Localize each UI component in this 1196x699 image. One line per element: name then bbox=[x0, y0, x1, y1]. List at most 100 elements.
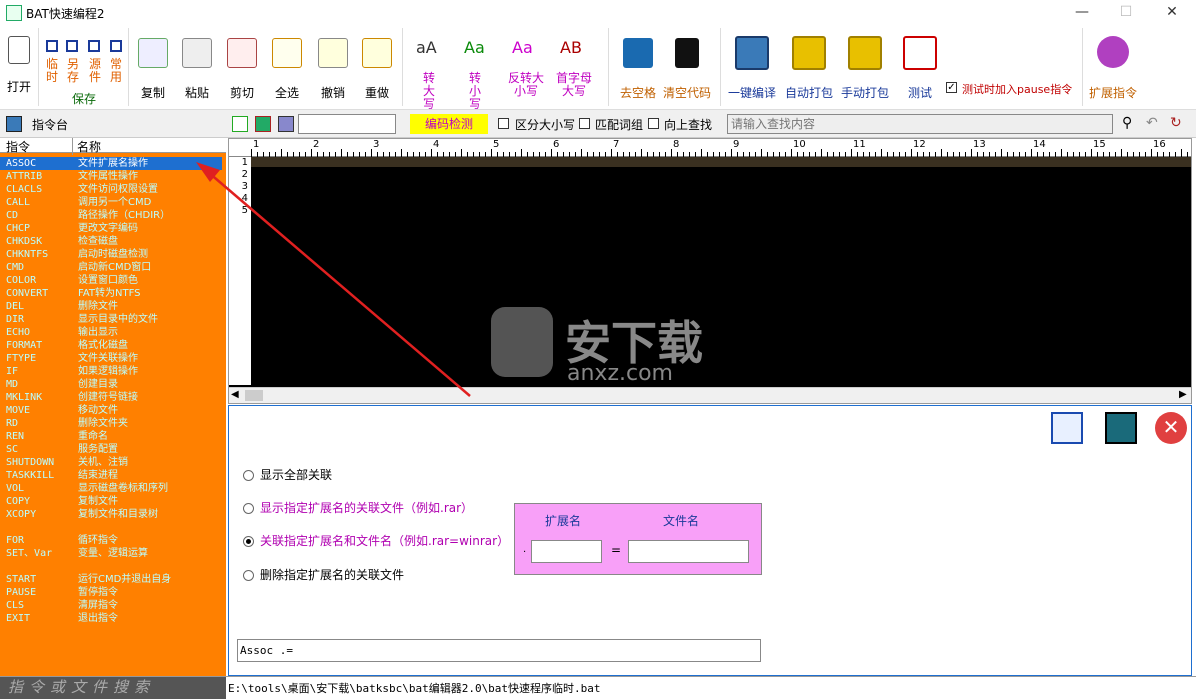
search-up-checkbox[interactable] bbox=[648, 118, 659, 129]
list-item[interactable]: PAUSE 暂停指令 bbox=[6, 586, 222, 599]
radio-show-ext[interactable]: 显示指定扩展名的关联文件（例如.rar） bbox=[243, 499, 473, 516]
invert-case-button[interactable]: 反转大小写 bbox=[506, 72, 546, 98]
grid-icon[interactable] bbox=[278, 116, 294, 132]
undo-button[interactable]: 撤销 bbox=[316, 38, 350, 101]
ext-file-box: 扩展名 文件名 . = bbox=[514, 503, 762, 575]
selectall-label: 全选 bbox=[274, 86, 299, 100]
list-item[interactable]: REN 重命名 bbox=[6, 430, 222, 443]
save-common-button[interactable]: 常用 bbox=[110, 58, 122, 84]
radio-delete-ext[interactable]: 删除指定扩展名的关联文件 bbox=[243, 566, 404, 583]
cmd-input[interactable] bbox=[298, 114, 396, 134]
to-upper-button[interactable]: 转大写 bbox=[422, 72, 436, 111]
case-checkbox[interactable] bbox=[498, 118, 509, 129]
binoculars-icon[interactable]: ⚲ bbox=[1122, 115, 1132, 131]
radio-assoc-ext[interactable]: 关联指定扩展名和文件名（例如.rar=winrar） bbox=[243, 532, 509, 549]
clear-code-button[interactable]: 清空代码 bbox=[662, 38, 712, 101]
test-button[interactable]: 测试 bbox=[900, 36, 940, 101]
console-icon bbox=[6, 116, 22, 132]
opt1-label: 显示全部关联 bbox=[260, 468, 333, 482]
cap-first-button[interactable]: 首字母大写 bbox=[554, 72, 594, 98]
assoc-panel: ✕ 显示全部关联 显示指定扩展名的关联文件（例如.rar） 关联指定扩展名和文件… bbox=[228, 405, 1192, 676]
encoding-detect-button[interactable]: 编码检测 bbox=[410, 114, 488, 134]
cmd-name: REN bbox=[6, 431, 25, 442]
cmd-name: PAUSE bbox=[6, 587, 37, 598]
filename-input[interactable] bbox=[628, 540, 749, 563]
cmd-name: XCOPY bbox=[6, 509, 37, 520]
insert-icon[interactable] bbox=[1105, 412, 1137, 444]
extend-button[interactable]: 扩展指令 bbox=[1088, 36, 1138, 101]
auto-pack-button[interactable]: 自动打包 bbox=[784, 36, 834, 101]
close-panel-icon[interactable]: ✕ bbox=[1155, 412, 1187, 444]
ext-input[interactable] bbox=[531, 540, 602, 563]
cmd-desc: 文件扩展名操作 bbox=[78, 158, 148, 169]
trim-spaces-button[interactable]: 去空格 bbox=[616, 38, 660, 101]
cmd-desc: 循环指令 bbox=[78, 535, 118, 546]
minimize-button[interactable]: — bbox=[1072, 4, 1092, 22]
close-button[interactable]: ✕ bbox=[1162, 4, 1182, 22]
eq-label: = bbox=[611, 543, 622, 557]
manual-pack-button[interactable]: 手动打包 bbox=[840, 36, 890, 101]
color-icon[interactable] bbox=[255, 116, 271, 132]
window-title: BAT快速编程2 bbox=[26, 7, 105, 21]
save-temp-icon bbox=[46, 40, 58, 52]
ruler-tick: 16 bbox=[1153, 139, 1166, 150]
open-button[interactable]: 打开 bbox=[4, 36, 34, 95]
invert-icon: Aa bbox=[512, 38, 533, 57]
list-item[interactable]: MOVE 移动文件 bbox=[6, 404, 222, 417]
cut-button[interactable]: 剪切 bbox=[225, 38, 259, 101]
list-item[interactable]: XCOPY 复制文件和目录树 bbox=[6, 508, 222, 521]
list-item[interactable]: VOL 显示磁盘卷标和序列 bbox=[6, 482, 222, 495]
maximize-button[interactable]: ☐ bbox=[1116, 4, 1136, 22]
undo-search-icon[interactable]: ↶ bbox=[1146, 115, 1158, 131]
cmd-desc: 启动时磁盘检测 bbox=[78, 249, 148, 260]
list-item[interactable]: SHUTDOWN 关机、注销 bbox=[6, 456, 222, 469]
cmd-name: COLOR bbox=[6, 275, 37, 286]
cmd-name: SHUTDOWN bbox=[6, 457, 55, 468]
ruler-tick: 9 bbox=[733, 139, 740, 150]
command-output[interactable]: Assoc .= bbox=[237, 639, 761, 662]
selectall-button[interactable]: 全选 bbox=[270, 38, 304, 101]
saveas-button[interactable]: 另存 bbox=[67, 58, 79, 84]
save-source-button[interactable]: 源件 bbox=[89, 58, 101, 84]
refresh-icon[interactable]: ↻ bbox=[1170, 115, 1182, 131]
radio-dot bbox=[243, 570, 254, 581]
cmd-desc: 变量、逻辑运算 bbox=[78, 548, 148, 559]
ruler: 1 2 3 4 5 6 7 8 9 10 11 12 13 14 15 16 bbox=[229, 139, 1191, 157]
save-source-icon bbox=[88, 40, 100, 52]
app-icon bbox=[6, 5, 22, 21]
command-search-bar[interactable]: 指令或文件搜索 bbox=[0, 677, 226, 699]
list-item[interactable]: START 运行CMD并退出自身 bbox=[6, 573, 222, 586]
ruler-tick: 5 bbox=[493, 139, 500, 150]
terminal-run-icon[interactable] bbox=[1051, 412, 1083, 444]
list-item[interactable]: COPY 复制文件 bbox=[6, 495, 222, 508]
match-word-checkbox[interactable] bbox=[579, 118, 590, 129]
redo-label: 重做 bbox=[364, 86, 389, 100]
open-label: 打开 bbox=[6, 80, 31, 94]
redo-button[interactable]: 重做 bbox=[360, 38, 394, 101]
list-item[interactable]: SC 服务配置 bbox=[6, 443, 222, 456]
list-item[interactable]: SET、Var 变量、逻辑运算 bbox=[6, 547, 222, 560]
list-item[interactable]: TASKKILL 结束进程 bbox=[6, 469, 222, 482]
list-item[interactable]: FOR 循环指令 bbox=[6, 534, 222, 547]
cmd-name: CHCP bbox=[6, 223, 31, 234]
list-item[interactable]: RD 删除文件夹 bbox=[6, 417, 222, 430]
cmd-name: MKLINK bbox=[6, 392, 43, 403]
list-item[interactable]: EXIT 退出指令 bbox=[6, 612, 222, 625]
cmd-desc: 检查磁盘 bbox=[78, 236, 118, 247]
pause-checkbox[interactable]: ✓ bbox=[946, 82, 957, 93]
list-item[interactable]: ASSOC 文件扩展名操作 bbox=[0, 157, 222, 170]
paste-button[interactable]: 粘贴 bbox=[180, 38, 214, 101]
radio-show-all[interactable]: 显示全部关联 bbox=[243, 466, 332, 483]
search-input[interactable] bbox=[727, 114, 1113, 134]
add-icon[interactable] bbox=[232, 116, 248, 132]
list-item[interactable]: CLS 清屏指令 bbox=[6, 599, 222, 612]
clear-icon bbox=[675, 38, 699, 68]
scroll-right-icon[interactable]: ▶ bbox=[1179, 389, 1187, 400]
copy-button[interactable]: 复制 bbox=[136, 38, 170, 101]
cmd-desc: 关机、注销 bbox=[78, 457, 128, 468]
cmd-name: START bbox=[6, 574, 37, 585]
to-lower-button[interactable]: 转小写 bbox=[468, 72, 482, 111]
compile-button[interactable]: 一键编译 bbox=[726, 36, 778, 101]
cmd-name: CHKNTFS bbox=[6, 249, 49, 260]
save-temp-button[interactable]: 临时 bbox=[46, 58, 58, 84]
